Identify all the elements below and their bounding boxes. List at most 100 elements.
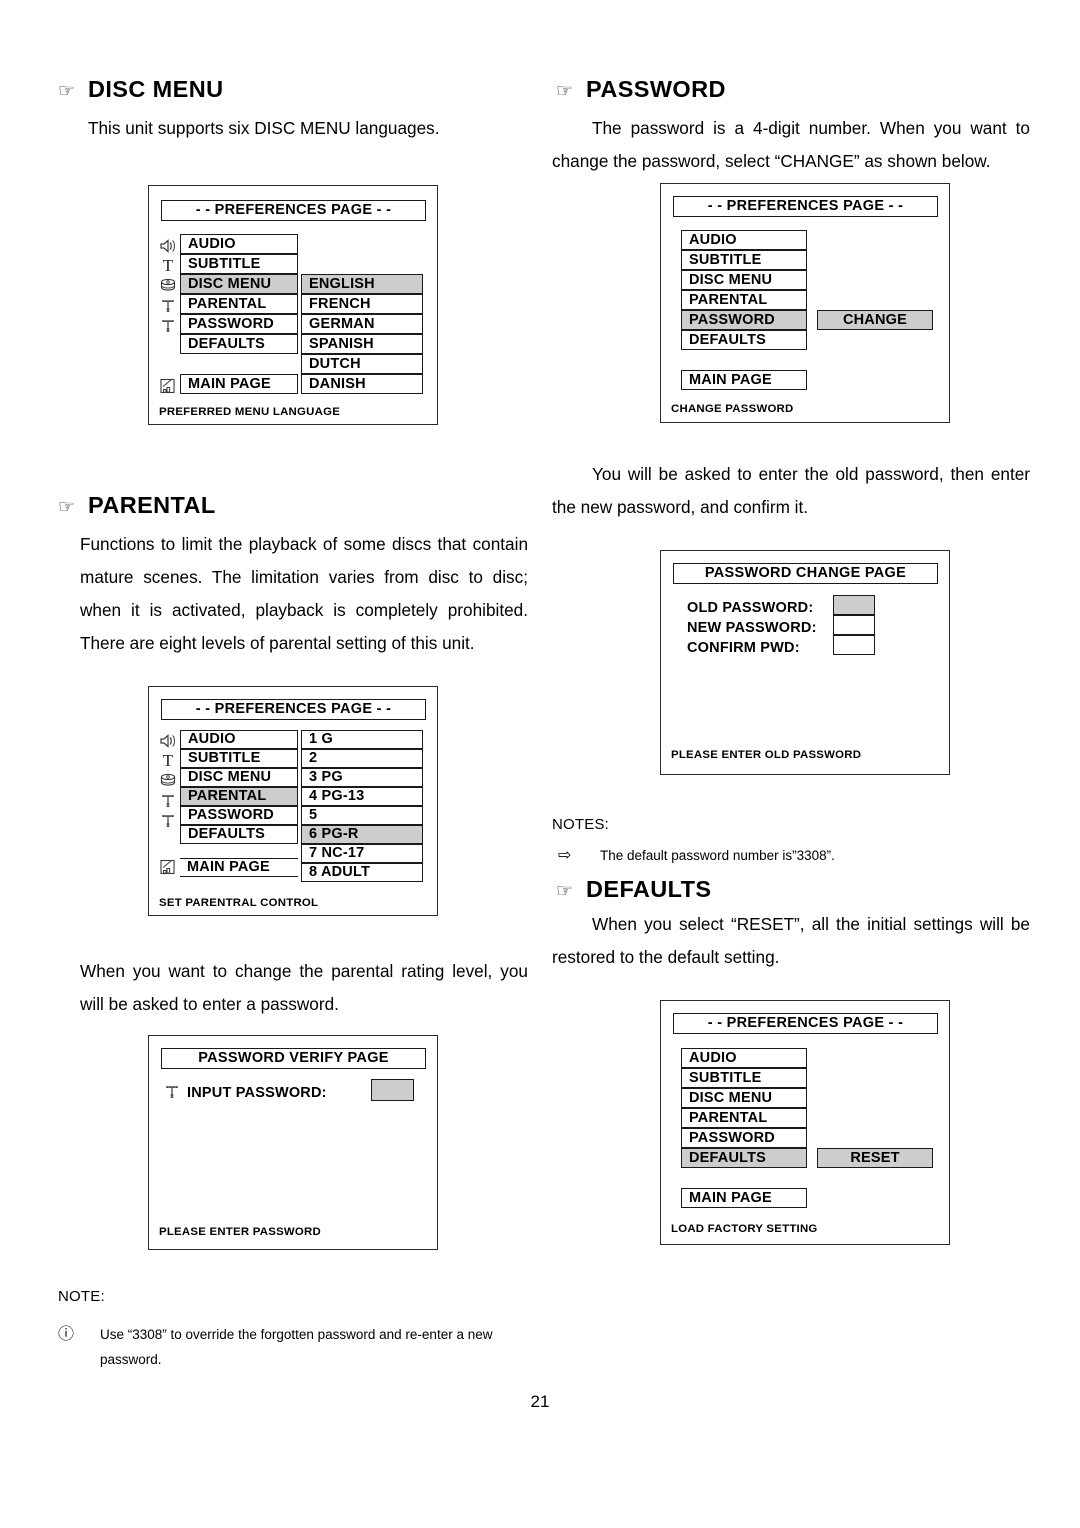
osd-screen: - - PREFERENCES PAGE - - T AUDIO SUBTITL… [148, 185, 438, 425]
osd-option-change[interactable]: CHANGE [817, 310, 933, 330]
key-icon [158, 316, 178, 336]
osd-option-reset[interactable]: RESET [817, 1148, 933, 1168]
confirm-pwd-field[interactable] [833, 635, 875, 655]
osd-option-spanish[interactable]: SPANISH [301, 334, 423, 354]
osd-title: PASSWORD VERIFY PAGE [161, 1048, 426, 1069]
speaker-icon [158, 731, 178, 751]
osd-status-text: PLEASE ENTER PASSWORD [159, 1226, 321, 1238]
paragraph-parental-2: When you want to change the parental rat… [80, 961, 528, 1014]
osd-level-4[interactable]: 4 PG-13 [301, 787, 423, 806]
osd-level-6[interactable]: 6 PG-R [301, 825, 423, 844]
osd-menu-item-password[interactable]: PASSWORD [681, 310, 807, 330]
subtitle-t-icon: T [162, 751, 174, 770]
osd-option-danish[interactable]: DANISH [301, 374, 423, 394]
section-heading-defaults: ☞ DEFAULTS [556, 876, 712, 903]
pointing-hand-icon: ☞ [556, 881, 574, 902]
osd-option-german[interactable]: GERMAN [301, 314, 423, 334]
osd-menu-item-audio[interactable]: AUDIO [180, 730, 298, 749]
paragraph-password-2: You will be asked to enter the old passw… [552, 464, 1030, 517]
old-password-field[interactable] [833, 595, 875, 615]
osd-menu-item-parental[interactable]: PARENTAL [180, 787, 298, 806]
key-icon [158, 811, 178, 831]
pointing-hand-icon: ☞ [556, 81, 574, 102]
osd-screen: - - PREFERENCES PAGE - - AUDIO SUBTITLE … [660, 1000, 950, 1245]
osd-level-2[interactable]: 2 [301, 749, 423, 768]
osd-menu-item-main-page[interactable]: MAIN PAGE [681, 370, 807, 390]
osd-menu-item-main-page[interactable]: MAIN PAGE [681, 1188, 807, 1208]
subtitle-t-icon: T [162, 256, 174, 275]
osd-menu-item-disc-menu[interactable]: DISC MENU [681, 270, 807, 290]
note-label-bottom: NOTE: [58, 1288, 105, 1305]
osd-menu-item-disc-menu[interactable]: DISC MENU [180, 274, 298, 294]
osd-menu-item-main-page[interactable]: MAIN PAGE [180, 374, 298, 394]
note-bottom-text: Use “3308” to override the forgotten pas… [100, 1327, 493, 1367]
osd-title: - - PREFERENCES PAGE - - [161, 699, 426, 720]
note-bottom: ⓘ Use “3308” to override the forgotten p… [58, 1322, 538, 1372]
note-right-text: The default password number is”3308”. [600, 848, 835, 863]
osd-menu-item-password[interactable]: PASSWORD [180, 806, 298, 825]
osd-title: - - PREFERENCES PAGE - - [161, 200, 426, 221]
osd-disc-menu: - - PREFERENCES PAGE - - T AUDIO SUBTITL… [148, 185, 448, 435]
osd-menu-item-subtitle[interactable]: SUBTITLE [180, 254, 298, 274]
osd-screen: PASSWORD VERIFY PAGE INPUT PASSWORD: PLE… [148, 1035, 438, 1250]
osd-menu-item-parental[interactable]: PARENTAL [180, 294, 298, 314]
osd-menu-item-audio[interactable]: AUDIO [681, 1048, 807, 1068]
confirm-pwd-label: CONFIRM PWD: [687, 640, 800, 656]
osd-menu-item-parental[interactable]: PARENTAL [681, 1108, 807, 1128]
key-icon [162, 1082, 182, 1102]
note-label-right: NOTES: [552, 816, 610, 833]
osd-parental: - - PREFERENCES PAGE - - T AUDIO SUBTITL… [148, 686, 448, 926]
speaker-icon [158, 236, 178, 256]
osd-menu-item-defaults[interactable]: DEFAULTS [180, 825, 298, 844]
osd-level-8[interactable]: 8 ADULT [301, 863, 423, 882]
osd-menu-item-subtitle[interactable]: SUBTITLE [681, 1068, 807, 1088]
paragraph-disc-menu: This unit supports six DISC MENU languag… [88, 118, 440, 138]
osd-status-text: PREFERRED MENU LANGUAGE [159, 406, 341, 418]
note-right: ⇨ The default password number is”3308”. [558, 843, 1028, 868]
osd-status-text: PLEASE ENTER OLD PASSWORD [671, 749, 862, 761]
paragraph-parental: Functions to limit the playback of some … [80, 534, 528, 653]
osd-menu-item-password[interactable]: PASSWORD [180, 314, 298, 334]
osd-level-1[interactable]: 1 G [301, 730, 423, 749]
osd-menu-item-parental[interactable]: PARENTAL [681, 290, 807, 310]
section-title-password: PASSWORD [586, 76, 726, 102]
osd-menu-item-audio[interactable]: AUDIO [681, 230, 807, 250]
osd-password: - - PREFERENCES PAGE - - AUDIO SUBTITLE … [660, 183, 960, 433]
osd-menu-item-disc-menu[interactable]: DISC MENU [681, 1088, 807, 1108]
key-icon [158, 296, 178, 316]
section-title-disc-menu: DISC MENU [88, 76, 224, 102]
osd-level-5[interactable]: 5 [301, 806, 423, 825]
pointing-hand-icon: ☞ [58, 497, 76, 518]
osd-menu-item-audio[interactable]: AUDIO [180, 234, 298, 254]
section-heading-password: ☞ PASSWORD [556, 76, 726, 103]
paragraph-defaults: When you select “RESET”, all the initial… [552, 914, 1030, 967]
osd-menu-item-disc-menu[interactable]: DISC MENU [180, 768, 298, 787]
osd-option-dutch[interactable]: DUTCH [301, 354, 423, 374]
osd-menu-item-subtitle[interactable]: SUBTITLE [180, 749, 298, 768]
osd-level-7[interactable]: 7 NC-17 [301, 844, 423, 863]
osd-menu-item-defaults[interactable]: DEFAULTS [681, 1148, 807, 1168]
osd-option-french[interactable]: FRENCH [301, 294, 423, 314]
info-circle-icon: ⓘ [58, 1326, 75, 1343]
osd-menu-item-defaults[interactable]: DEFAULTS [681, 330, 807, 350]
osd-title: PASSWORD CHANGE PAGE [673, 563, 938, 584]
disc-stack-icon [158, 276, 178, 296]
osd-defaults: - - PREFERENCES PAGE - - AUDIO SUBTITLE … [660, 1000, 960, 1255]
section-heading-disc-menu: ☞ DISC MENU [58, 76, 223, 103]
osd-level-3[interactable]: 3 PG [301, 768, 423, 787]
osd-option-english[interactable]: ENGLISH [301, 274, 423, 294]
osd-menu-item-password[interactable]: PASSWORD [681, 1128, 807, 1148]
osd-password-change: PASSWORD CHANGE PAGE OLD PASSWORD: NEW P… [660, 550, 960, 785]
osd-status-text: CHANGE PASSWORD [671, 403, 794, 415]
paragraph-password: The password is a 4-digit number. When y… [552, 118, 1030, 171]
osd-screen: - - PREFERENCES PAGE - - AUDIO SUBTITLE … [660, 183, 950, 423]
section-heading-parental: ☞ PARENTAL [58, 492, 216, 519]
arrow-right-icon: ⇨ [558, 847, 572, 864]
osd-title: - - PREFERENCES PAGE - - [673, 196, 938, 217]
osd-menu-item-subtitle[interactable]: SUBTITLE [681, 250, 807, 270]
input-password-field[interactable] [371, 1079, 414, 1101]
osd-menu-item-defaults[interactable]: DEFAULTS [180, 334, 298, 354]
osd-screen: PASSWORD CHANGE PAGE OLD PASSWORD: NEW P… [660, 550, 950, 775]
new-password-field[interactable] [833, 615, 875, 635]
osd-menu-item-main-page[interactable]: MAIN PAGE [180, 858, 298, 877]
